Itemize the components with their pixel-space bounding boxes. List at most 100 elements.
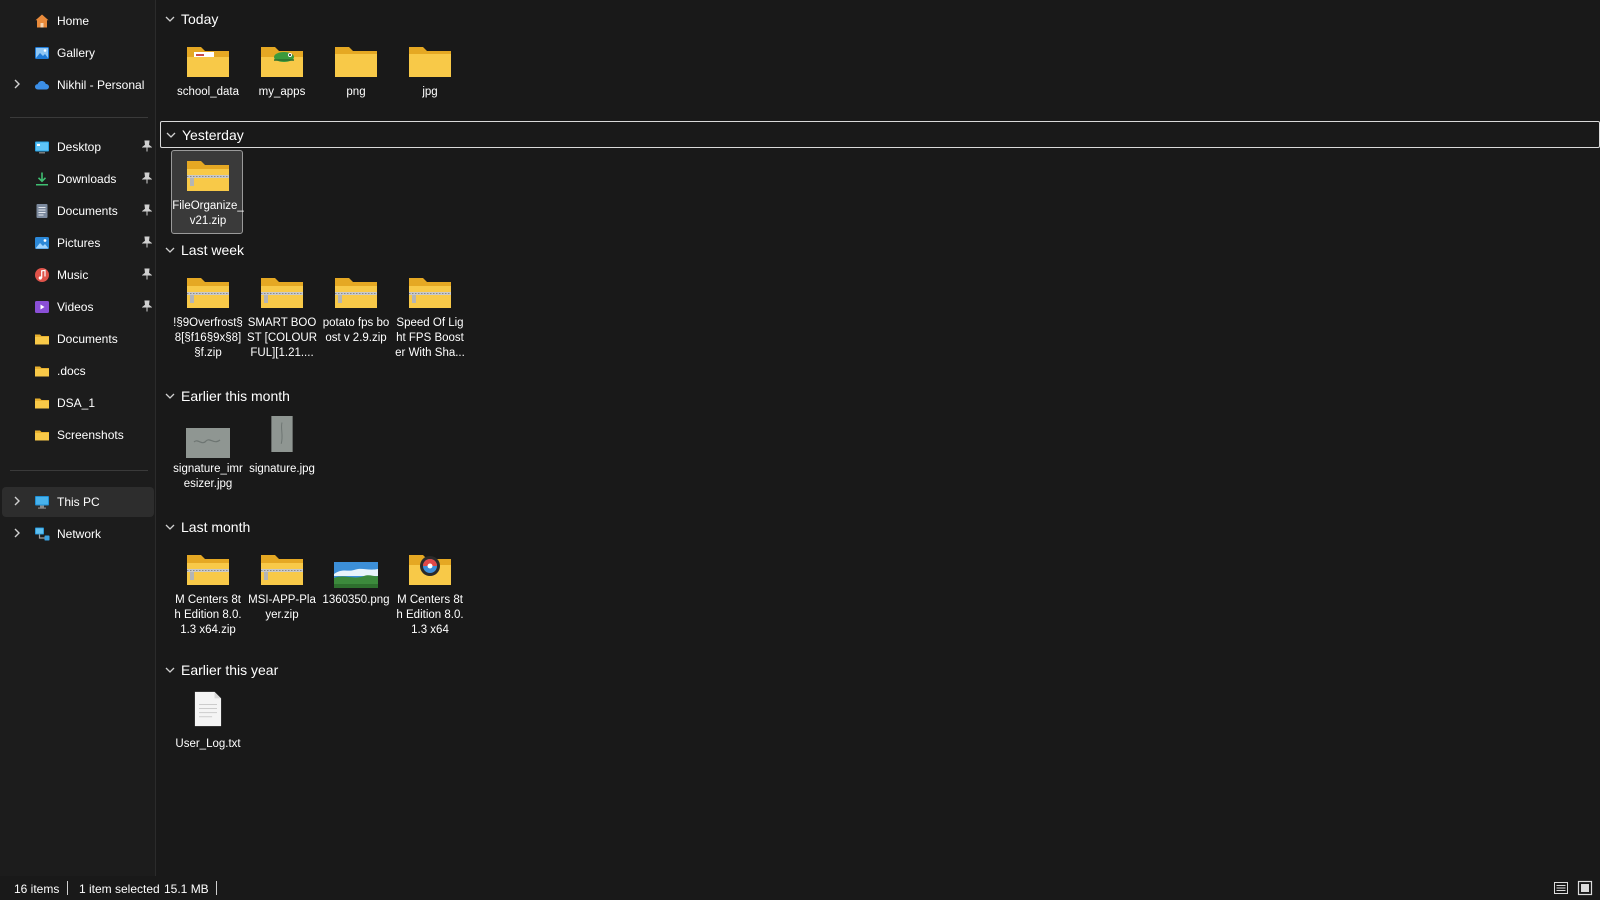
file-list-pane[interactable]: Today school_data my_apps png jpg Yester… (157, 0, 1600, 876)
nav-dsa1-folder[interactable]: DSA_1 (2, 388, 154, 418)
nav-this-pc[interactable]: This PC (2, 487, 154, 517)
chevron-down-icon[interactable] (164, 13, 176, 25)
chevron-right-icon[interactable] (11, 78, 23, 92)
file-tile[interactable]: school_data (171, 36, 243, 120)
music-icon (34, 267, 50, 283)
pin-icon[interactable] (141, 268, 153, 280)
file-name: !§9Overfrost§8[§f16§9x§8]§f.zip (173, 317, 243, 359)
chevron-down-icon[interactable] (165, 129, 177, 141)
file-tile[interactable]: potato fps boost v 2.9.zip (319, 267, 391, 351)
file-name: jpg (422, 86, 438, 98)
pin-icon[interactable] (141, 204, 153, 216)
file-name: SMART BOOST [COLOURFUL][1.21.... (246, 317, 318, 359)
file-tile[interactable]: SMART BOOST [COLOURFUL][1.21.... (245, 267, 317, 359)
nav-label: Documents (57, 204, 118, 218)
downloads-icon (34, 171, 50, 187)
zip-folder-icon (261, 278, 303, 308)
nav-videos[interactable]: Videos (2, 292, 154, 322)
file-tile[interactable]: Speed Of Light FPS Booster With Sha... (393, 267, 465, 359)
sidebar-divider (10, 117, 148, 118)
nav-onedrive-personal[interactable]: Nikhil - Personal (2, 70, 154, 100)
nav-label: This PC (57, 495, 100, 509)
file-name: my_apps (258, 86, 306, 98)
nav-label: Downloads (57, 172, 117, 186)
file-tile-selected[interactable]: FileOrganize_v21.zip (171, 150, 244, 234)
chevron-down-icon[interactable] (164, 390, 176, 402)
nav-gallery[interactable]: Gallery (2, 38, 154, 68)
nav-documents[interactable]: Documents (2, 196, 154, 226)
file-explorer-window: Home Gallery Nikhil - Personal Desktop D… (0, 0, 1600, 900)
nav-network[interactable]: Network (2, 519, 154, 549)
zip-folder-icon (187, 161, 229, 191)
folder-icon (34, 427, 50, 443)
pin-icon[interactable] (141, 236, 153, 248)
group-title: Today (181, 11, 219, 27)
group-title: Earlier this year (181, 662, 279, 678)
file-tile[interactable]: MSI-APP-Player.zip (245, 544, 317, 628)
zip-folder-icon (409, 278, 451, 308)
file-name: M Centers 8th Edition 8.0.1.3 x64 (396, 594, 464, 636)
folder-icon (335, 47, 377, 77)
chevron-down-icon[interactable] (164, 244, 176, 256)
file-tile[interactable]: png (319, 36, 391, 120)
selection-size: 15.1 MB (164, 882, 209, 896)
group-title: Last month (181, 519, 251, 535)
file-tile[interactable]: jpg (393, 36, 465, 120)
file-name: FileOrganize_v21.zip (172, 200, 244, 227)
nav-label: Screenshots (57, 428, 124, 442)
nav-label: Network (57, 527, 102, 541)
nav-label: Music (57, 268, 89, 282)
file-tile[interactable]: my_apps (245, 36, 317, 120)
file-tile[interactable]: signature_imresizer.jpg (171, 413, 243, 497)
pin-icon[interactable] (141, 140, 153, 152)
chevron-down-icon[interactable] (164, 664, 176, 676)
nav-documents-folder[interactable]: Documents (2, 324, 154, 354)
nav-label: Nikhil - Personal (57, 78, 145, 92)
pin-icon[interactable] (141, 172, 153, 184)
folder-icon (34, 331, 50, 347)
chevron-right-icon[interactable] (11, 495, 23, 509)
group-header-last-month[interactable]: Last month (160, 515, 250, 539)
group-header-yesterday[interactable]: Yesterday (160, 121, 1600, 148)
image-thumbnail-icon (271, 416, 293, 452)
file-tile[interactable]: User_Log.txt (171, 688, 243, 772)
group-header-earlier-this-year[interactable]: Earlier this year (160, 658, 278, 682)
file-tile[interactable]: M Centers 8th Edition 8.0.1.3 x64 (393, 544, 465, 636)
group-header-last-week[interactable]: Last week (160, 238, 244, 262)
nav-music[interactable]: Music (2, 260, 154, 290)
item-count: 16 items (14, 882, 60, 896)
chevron-right-icon[interactable] (11, 527, 23, 541)
nav-screenshots-folder[interactable]: Screenshots (2, 420, 154, 450)
documents-icon (34, 203, 50, 219)
chevron-down-icon[interactable] (164, 521, 176, 533)
file-tile[interactable]: M Centers 8th Edition 8.0.1.3 x64.zip (171, 544, 243, 636)
folder-icon (34, 363, 50, 379)
status-bar: 16 items 1 item selected 15.1 MB (0, 876, 1600, 900)
nav-docs-folder[interactable]: .docs (2, 356, 154, 386)
nav-downloads[interactable]: Downloads (2, 164, 154, 194)
group-title: Earlier this month (181, 388, 290, 404)
navigation-pane[interactable]: Home Gallery Nikhil - Personal Desktop D… (0, 0, 156, 876)
text-document-icon (194, 691, 222, 727)
group-title: Last week (181, 242, 245, 258)
nav-label: Desktop (57, 140, 102, 154)
nav-label: Documents (57, 332, 118, 346)
file-tile[interactable]: signature.jpg (245, 413, 317, 497)
nav-home[interactable]: Home (2, 6, 154, 36)
landscape-image-icon (334, 562, 378, 588)
pictures-icon (34, 235, 50, 251)
nav-desktop[interactable]: Desktop (2, 132, 154, 162)
nav-pictures[interactable]: Pictures (2, 228, 154, 258)
folder-icon (409, 47, 451, 77)
file-tile[interactable]: !§9Overfrost§8[§f16§9x§8]§f.zip (171, 267, 243, 359)
file-tile[interactable]: 1360350.png (319, 544, 391, 628)
details-view-icon[interactable] (1553, 880, 1569, 896)
large-icons-view-icon[interactable] (1577, 880, 1593, 896)
group-header-today[interactable]: Today (160, 7, 218, 31)
pin-icon[interactable] (141, 300, 153, 312)
home-icon (34, 13, 50, 29)
file-name: signature.jpg (249, 463, 315, 475)
nav-label: Videos (57, 300, 94, 314)
group-header-earlier-this-month[interactable]: Earlier this month (160, 384, 290, 408)
file-name: M Centers 8th Edition 8.0.1.3 x64.zip (174, 594, 242, 636)
